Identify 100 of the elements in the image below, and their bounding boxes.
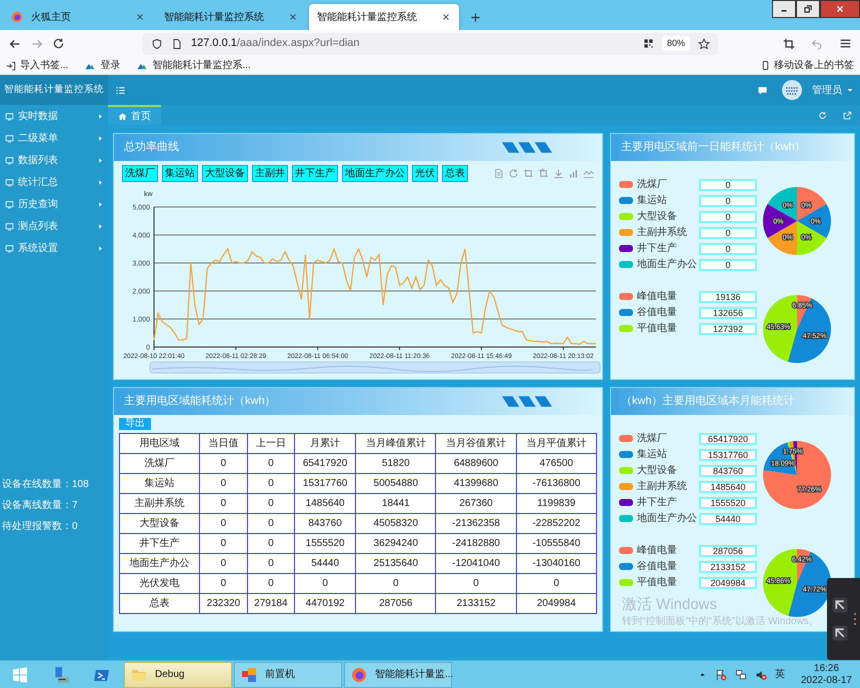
table-cell: 25135640 bbox=[356, 554, 436, 574]
table-cell: 45058320 bbox=[356, 514, 436, 534]
bookmark-folder[interactable]: 移动设备上的书签 bbox=[774, 58, 854, 73]
table-cell: 18441 bbox=[356, 494, 436, 514]
taskbar-button[interactable]: 前置机 bbox=[234, 662, 342, 688]
taskbar-button[interactable]: 智能能耗计量监... bbox=[344, 662, 452, 688]
value-box: 0 bbox=[699, 258, 757, 270]
table-cell: 0 bbox=[247, 554, 295, 574]
table-cell: 主副井系统 bbox=[120, 494, 200, 514]
legend-label: 大型设备 bbox=[637, 464, 678, 478]
table-cell: 1555520 bbox=[294, 534, 356, 554]
panel-title: （kwh）主要用电区域本月能耗统计 bbox=[621, 394, 795, 410]
filter-button[interactable]: 井下生产 bbox=[292, 164, 338, 182]
legend-label: 集运站 bbox=[637, 448, 668, 462]
user-menu[interactable]: 管理员 bbox=[810, 80, 856, 100]
filter-button[interactable]: 洗煤厂 bbox=[122, 164, 158, 182]
activation-title: 激活 Windows bbox=[622, 596, 718, 614]
clock-time: 16:26 bbox=[814, 662, 839, 674]
table-cell: -10555840 bbox=[516, 534, 596, 554]
legend-label: 平值电量 bbox=[637, 322, 678, 336]
table-cell: 井下生产 bbox=[120, 534, 200, 554]
browser-tab[interactable]: 智能能耗计量监控系统 bbox=[156, 4, 306, 30]
stat-text: 设备离线数量：7 bbox=[2, 498, 79, 513]
value-box: 127392 bbox=[699, 322, 757, 334]
table-cell: 64889600 bbox=[436, 454, 516, 474]
input-method-indicator[interactable]: 英 bbox=[774, 667, 785, 682]
table-cell: 2133152 bbox=[436, 594, 516, 614]
table-cell: 0 bbox=[247, 574, 295, 594]
column-header: 当月峰值累计 bbox=[356, 434, 436, 454]
table-cell: 287056 bbox=[356, 594, 436, 614]
table-cell: 0 bbox=[247, 494, 295, 514]
table-cell: 15317760 bbox=[294, 474, 356, 494]
legend-label: 井下生产 bbox=[637, 496, 678, 510]
filter-button[interactable]: 集运站 bbox=[162, 164, 198, 182]
table-cell: 集运站 bbox=[120, 474, 200, 494]
activation-text: 转到“控制面板”中的“系统”以激活 Windows。 bbox=[622, 614, 819, 629]
table-cell: -24182880 bbox=[436, 534, 516, 554]
table-cell: 0 bbox=[516, 574, 596, 594]
table-cell: 843760 bbox=[294, 514, 356, 534]
value-box: 132656 bbox=[699, 306, 757, 318]
filter-button[interactable]: 大型设备 bbox=[202, 164, 248, 182]
table-cell: 267360 bbox=[436, 494, 516, 514]
bookmark-link[interactable]: 导入书签... bbox=[20, 58, 68, 73]
address-bar[interactable]: 127.0.0.1/aaa/index.aspx?url=dian 80% bbox=[143, 32, 718, 54]
column-header: 当月谷值累计 bbox=[436, 434, 516, 454]
value-box: 0 bbox=[699, 242, 757, 254]
legend-label: 谷值电量 bbox=[637, 560, 678, 574]
value-box: 19136 bbox=[699, 290, 757, 302]
filter-button[interactable]: 光伏 bbox=[412, 164, 438, 182]
table-cell: 0 bbox=[200, 534, 248, 554]
legend-label: 主副井系统 bbox=[637, 480, 688, 494]
value-box: 287056 bbox=[699, 544, 757, 556]
value-box: 65417920 bbox=[699, 432, 757, 444]
legend-label: 谷值电量 bbox=[637, 306, 678, 320]
table-cell: 54440 bbox=[294, 554, 356, 574]
value-box: 0 bbox=[699, 210, 757, 222]
legend-label: 峰值电量 bbox=[637, 290, 678, 304]
value-box: 54440 bbox=[699, 512, 757, 524]
value-box: 1485640 bbox=[699, 480, 757, 492]
zoom-level[interactable]: 80% bbox=[662, 36, 690, 52]
table-cell: -22852202 bbox=[516, 514, 596, 534]
value-box: 1555520 bbox=[699, 496, 757, 508]
browser-tab[interactable]: 智能能耗计量监控系统 bbox=[309, 4, 459, 30]
browser-tab[interactable]: 火狐主页 bbox=[3, 4, 153, 30]
legend-label: 井下生产 bbox=[637, 242, 678, 256]
column-header: 当日值 bbox=[200, 434, 248, 454]
filter-button[interactable]: 地面生产办公 bbox=[342, 164, 408, 182]
bookmark-link[interactable]: 登录 bbox=[100, 58, 120, 73]
table-cell: -12041040 bbox=[436, 554, 516, 574]
filter-button[interactable]: 主副井 bbox=[252, 164, 288, 182]
table-cell: 0 bbox=[294, 574, 356, 594]
bookmark-link[interactable]: 智能能耗计量监控系... bbox=[152, 58, 251, 73]
legend-label: 平值电量 bbox=[637, 576, 678, 590]
table-cell: 232320 bbox=[200, 594, 248, 614]
column-header: 月累计 bbox=[294, 434, 356, 454]
table-cell: 65417920 bbox=[294, 454, 356, 474]
legend-label: 洗煤厂 bbox=[637, 178, 668, 192]
table-cell: 50054880 bbox=[356, 474, 436, 494]
table-cell: 0 bbox=[200, 554, 248, 574]
table-cell: 0 bbox=[247, 474, 295, 494]
table-cell: 地面生产办公 bbox=[120, 554, 200, 574]
column-header: 用电区域 bbox=[120, 434, 200, 454]
url-text: 127.0.0.1/aaa/index.aspx?url=dian bbox=[191, 36, 360, 52]
table-cell: 洗煤厂 bbox=[120, 454, 200, 474]
table-cell: 41399680 bbox=[436, 474, 516, 494]
value-box: 2049984 bbox=[699, 576, 757, 588]
value-box: 0 bbox=[699, 194, 757, 206]
filter-button[interactable]: 总表 bbox=[442, 164, 468, 182]
table-cell: 0 bbox=[200, 514, 248, 534]
taskbar-button[interactable]: Debug bbox=[124, 662, 232, 688]
value-box: 0 bbox=[699, 226, 757, 238]
clock-date: 2022-08-17 bbox=[800, 674, 852, 686]
table-cell: 0 bbox=[356, 574, 436, 594]
table-cell: 大型设备 bbox=[120, 514, 200, 534]
stat-text: 设备在线数量：108 bbox=[2, 478, 90, 492]
legend-label: 大型设备 bbox=[637, 210, 678, 224]
legend-label: 集运站 bbox=[637, 194, 668, 208]
table-cell: 0 bbox=[436, 574, 516, 594]
table-cell: 0 bbox=[247, 514, 295, 534]
table-cell: 0 bbox=[247, 534, 295, 554]
